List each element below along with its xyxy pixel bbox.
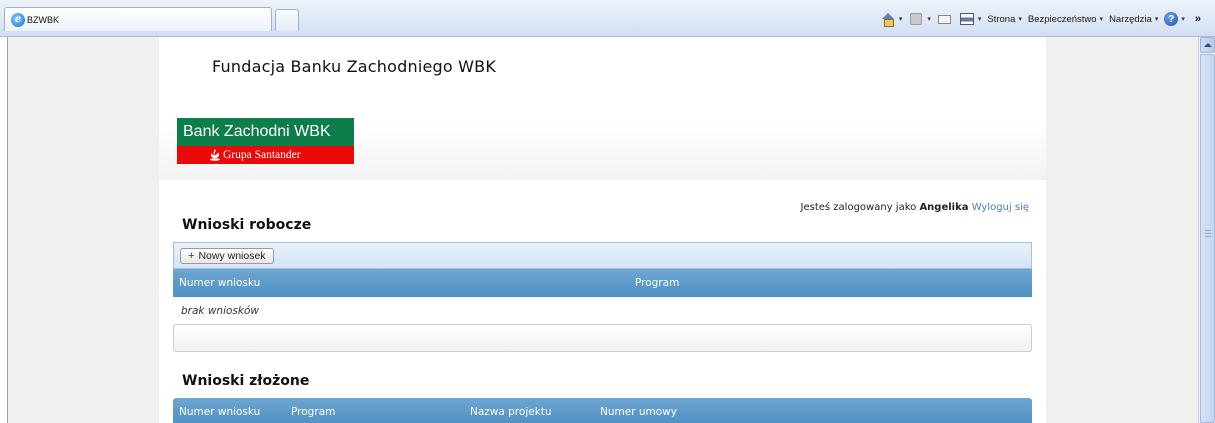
bank-logo[interactable]: Bank Zachodni WBK Grupa Santander: [177, 118, 354, 164]
browser-toolbar: e BZWBK ▾ ▾ ▾ Strona ▾ Bezpieczeństwo ▾ Na…: [0, 0, 1215, 37]
more-commands-button[interactable]: »: [1195, 13, 1201, 25]
new-application-label: Nowy wniosek: [198, 249, 266, 262]
command-bar: ▾ ▾ ▾ Strona ▾ Bezpieczeństwo ▾ Narzędzia ▾…: [880, 10, 1201, 28]
help-button[interactable]: ? ▾: [1164, 12, 1185, 26]
drafts-pager: [173, 324, 1032, 352]
scroll-thumb[interactable]: [1200, 54, 1215, 423]
page-content: Fundacja Banku Zachodniego WBK Bank Zach…: [159, 37, 1046, 423]
tools-menu[interactable]: Narzędzia ▾: [1109, 14, 1158, 25]
print-icon: [959, 13, 974, 25]
submitted-grid: Numer wniosku Program Nazwa projektu Num…: [173, 398, 1032, 423]
drafts-toolbar: + Nowy wniosek: [173, 242, 1032, 269]
feed-icon: [910, 13, 923, 25]
submitted-title: Wnioski złożone: [182, 373, 310, 389]
page-menu[interactable]: Strona ▾: [987, 14, 1022, 25]
page-header: Fundacja Banku Zachodniego WBK Bank Zach…: [159, 37, 1046, 180]
logo-group-name: Grupa Santander: [223, 149, 301, 161]
home-button[interactable]: ▾: [880, 12, 902, 27]
page-title: Fundacja Banku Zachodniego WBK: [212, 57, 497, 76]
scroll-up-button[interactable]: [1200, 37, 1215, 53]
submitted-header-row: Numer wniosku Program Nazwa projektu Num…: [173, 398, 1032, 423]
new-application-button[interactable]: + Nowy wniosek: [180, 247, 274, 264]
col-program[interactable]: Program: [291, 406, 335, 418]
left-margin: [8, 37, 159, 423]
logout-link[interactable]: Wyloguj się: [972, 202, 1029, 213]
col-program[interactable]: Program: [635, 277, 679, 289]
right-margin: [1046, 37, 1198, 423]
drafts-title: Wnioski robocze: [182, 217, 312, 233]
login-status: Jesteś zalogowany jako Angelika Wyloguj …: [801, 202, 1029, 213]
security-menu[interactable]: Bezpieczeństwo ▾: [1028, 14, 1103, 25]
col-application-number[interactable]: Numer wniosku: [179, 406, 260, 418]
logo-group: Grupa Santander: [177, 146, 354, 164]
help-icon: ?: [1164, 12, 1179, 26]
page-viewport: Fundacja Banku Zachodniego WBK Bank Zach…: [0, 37, 1215, 423]
col-agreement-number[interactable]: Numer umowy: [600, 406, 677, 418]
col-application-number[interactable]: Numer wniosku: [179, 277, 260, 289]
new-tab-button[interactable]: [275, 9, 299, 31]
ie-icon: e: [11, 12, 25, 27]
santander-flame-icon: [210, 149, 220, 161]
drafts-header-row: Numer wniosku Program: [173, 269, 1032, 297]
login-prefix: Jesteś zalogowany jako: [800, 202, 917, 213]
home-icon: [881, 13, 895, 27]
col-project-name[interactable]: Nazwa projektu: [470, 406, 552, 418]
logo-bank-name: Bank Zachodni WBK: [177, 118, 354, 146]
tab-title: BZWBK: [27, 14, 60, 25]
frame-border: [7, 37, 8, 423]
plus-icon: +: [188, 249, 195, 262]
grip-icon: [1205, 230, 1211, 237]
drafts-grid: + Nowy wniosek Numer wniosku Program bra…: [173, 242, 1032, 352]
username: Angelika: [919, 202, 969, 213]
browser-tab[interactable]: e BZWBK: [4, 7, 272, 31]
empty-message: brak wniosków: [181, 304, 259, 317]
mail-icon: [938, 14, 952, 24]
feeds-button[interactable]: ▾: [908, 12, 931, 26]
print-button[interactable]: ▾: [959, 12, 981, 26]
vertical-scrollbar[interactable]: [1198, 37, 1215, 423]
mail-button[interactable]: [937, 12, 953, 26]
